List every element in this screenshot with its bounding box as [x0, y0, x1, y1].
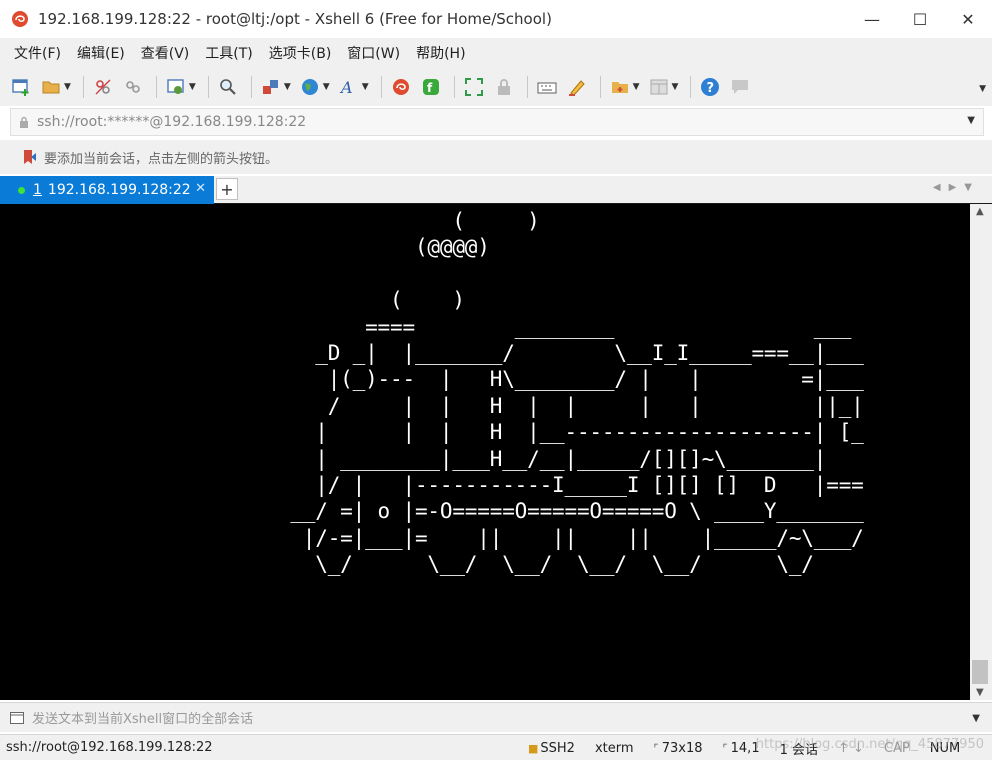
cursor-icon: ⌜: [722, 741, 728, 755]
status-bar: ssh://root@192.168.199.128:22 ■ SSH2 xter…: [0, 734, 992, 760]
xshell-logo-icon: [12, 11, 28, 27]
toolbar-overflow-icon[interactable]: ▼: [979, 84, 986, 94]
toolbar-divider: [82, 76, 84, 98]
menu-help[interactable]: 帮助(H): [416, 43, 465, 63]
xftp-icon[interactable]: f: [418, 74, 444, 100]
compose-input[interactable]: 发送文本到当前Xshell窗口的全部会话: [32, 708, 253, 727]
transfer-icon[interactable]: [258, 74, 284, 100]
session-hint-bar: 要添加当前会话，点击左侧的箭头按钮。: [0, 140, 992, 174]
chevron-down-icon[interactable]: ▼: [672, 82, 679, 92]
chevron-down-icon[interactable]: ▼: [972, 713, 980, 724]
help-icon[interactable]: ?: [697, 74, 723, 100]
chevron-down-icon[interactable]: ▼: [323, 82, 330, 92]
terminal-scrollbar[interactable]: ▲ ▼: [970, 204, 992, 700]
xshell-icon[interactable]: [388, 74, 414, 100]
svg-text:A: A: [339, 78, 353, 97]
scroll-down-icon[interactable]: ▼: [976, 687, 984, 698]
toolbar-divider: [690, 76, 692, 98]
toolbar-divider: [155, 76, 157, 98]
terminal-view[interactable]: ( ) (@@@@) ( ) ==== ________ ___ _D _| |…: [0, 204, 970, 700]
status-terminal-type: xterm: [594, 740, 634, 756]
font-icon[interactable]: A: [336, 74, 362, 100]
keyboard-icon[interactable]: [534, 74, 560, 100]
toolbar-divider: [207, 76, 209, 98]
compose-bar[interactable]: 发送文本到当前Xshell窗口的全部会话 ▼: [0, 702, 992, 732]
chevron-down-icon[interactable]: ▼: [284, 82, 291, 92]
close-button[interactable]: ✕: [944, 0, 992, 38]
window-title: 192.168.199.128:22 - root@ltj:/opt - Xsh…: [38, 10, 552, 28]
address-bar[interactable]: ssh://root:******@192.168.199.128:22 ▼: [10, 108, 984, 136]
status-session-path: ssh://root@192.168.199.128:22: [6, 740, 213, 755]
svg-text:?: ?: [707, 81, 715, 96]
compose-window-icon: [10, 711, 24, 724]
reconnect-icon[interactable]: [120, 74, 146, 100]
svg-text:f: f: [427, 81, 433, 95]
globe-icon[interactable]: [297, 74, 323, 100]
menu-bar: 文件(F) 编辑(E) 查看(V) 工具(T) 选项卡(B) 窗口(W) 帮助(…: [0, 38, 992, 68]
tab-number: 1: [33, 182, 42, 198]
chevron-down-icon[interactable]: ▼: [64, 82, 71, 92]
toolbar-divider: [599, 76, 601, 98]
scrollbar-thumb[interactable]: [972, 660, 988, 684]
toolbar-divider: [380, 76, 382, 98]
properties-icon[interactable]: [163, 74, 189, 100]
lock-icon: ■: [528, 741, 539, 755]
scroll-up-icon[interactable]: ▲: [976, 206, 984, 217]
menu-tools[interactable]: 工具(T): [205, 43, 252, 63]
chevron-down-icon[interactable]: ▼: [967, 115, 975, 126]
open-folder-icon[interactable]: [38, 74, 64, 100]
menu-window[interactable]: 窗口(W): [347, 43, 400, 63]
connected-status-icon: [18, 186, 25, 194]
status-size: 73x18: [661, 740, 703, 756]
lock-icon: [20, 116, 28, 128]
menu-view[interactable]: 查看(V): [141, 43, 190, 63]
chevron-down-icon[interactable]: ▼: [189, 82, 196, 92]
toolbar-divider: [250, 76, 252, 98]
maximize-button[interactable]: ☐: [896, 0, 944, 38]
watermark: https://blog.csdn.net/qq_45877950: [755, 737, 984, 752]
chevron-down-icon[interactable]: ▼: [362, 82, 369, 92]
tab-label: 192.168.199.128:22: [47, 182, 191, 198]
layout-icon[interactable]: [646, 74, 672, 100]
new-session-icon[interactable]: [8, 74, 34, 100]
disconnect-icon[interactable]: [90, 74, 116, 100]
toolbar-divider: [453, 76, 455, 98]
find-icon[interactable]: [215, 74, 241, 100]
terminal-output: ( ) (@@@@) ( ) ==== ________ ___ _D _| |…: [290, 209, 864, 577]
highlight-icon[interactable]: [564, 74, 590, 100]
chevron-down-icon[interactable]: ▼: [633, 82, 640, 92]
tab-scroll-arrows[interactable]: ◀▶▼: [933, 182, 980, 193]
menu-edit[interactable]: 编辑(E): [77, 43, 125, 63]
menu-tabs[interactable]: 选项卡(B): [269, 43, 332, 63]
toolbar: ▼ ▼ ▼ ▼ A ▼ f ▼ ▼ ? ▼: [0, 68, 992, 106]
hint-text: 要添加当前会话，点击左侧的箭头按钮。: [44, 151, 279, 167]
bookmark-arrow-icon[interactable]: [22, 149, 38, 165]
fullscreen-icon[interactable]: [461, 74, 487, 100]
minimize-button[interactable]: —: [848, 0, 896, 38]
lock-icon[interactable]: [491, 74, 517, 100]
menu-file[interactable]: 文件(F): [14, 43, 61, 63]
tab-session-1[interactable]: 1 192.168.199.128:22 ✕: [0, 176, 214, 204]
tab-bar: 1 192.168.199.128:22 ✕ + ◀▶▼: [0, 176, 992, 204]
chat-icon[interactable]: [727, 74, 753, 100]
compose-icon[interactable]: [607, 74, 633, 100]
new-tab-button[interactable]: +: [216, 178, 238, 200]
status-protocol: SSH2: [540, 740, 575, 756]
close-icon[interactable]: ✕: [195, 181, 206, 196]
address-input[interactable]: ssh://root:******@192.168.199.128:22: [37, 114, 306, 130]
toolbar-divider: [526, 76, 528, 98]
title-bar: 192.168.199.128:22 - root@ltj:/opt - Xsh…: [0, 0, 992, 38]
resize-icon: ⌜: [653, 741, 659, 755]
